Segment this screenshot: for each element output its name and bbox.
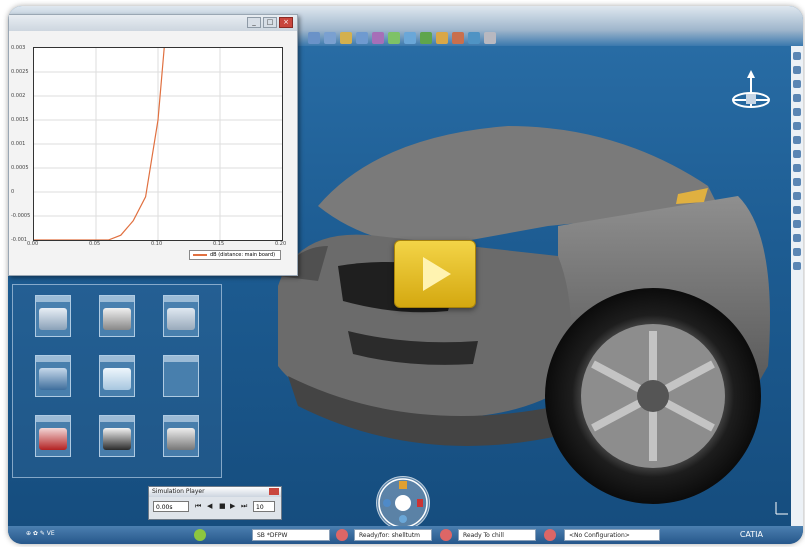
- product-structure-panel: [12, 284, 222, 478]
- x-tick-label: 0.15: [213, 241, 225, 247]
- plot-area: [33, 47, 283, 241]
- y-tick-label: 0: [11, 189, 15, 195]
- play-button[interactable]: ▶: [230, 502, 235, 511]
- simulation-player-title: Simulation Player: [149, 487, 281, 497]
- chart-legend: dB (distance: main board): [189, 250, 281, 260]
- status-icon: [440, 529, 452, 541]
- toolbar-icon[interactable]: [436, 32, 448, 44]
- toolbar-icon[interactable]: [324, 32, 336, 44]
- car-model-3d-view[interactable]: [258, 106, 798, 516]
- configuration-field[interactable]: <No Configuration>: [564, 529, 660, 541]
- part-thumbnail-bumper[interactable]: [35, 295, 71, 337]
- stop-button[interactable]: ■: [219, 502, 226, 511]
- window-controls: _ □ ×: [247, 17, 293, 28]
- toolbar-icon[interactable]: [793, 94, 801, 102]
- y-tick-label: 0.0005: [11, 165, 29, 171]
- status-field[interactable]: Ready/for: shelltutm: [354, 529, 432, 541]
- toolbar-icon[interactable]: [388, 32, 400, 44]
- part-thumbnail-glass[interactable]: [99, 355, 135, 397]
- legend-label: dB (distance: main board): [210, 252, 276, 258]
- status-icon: [544, 529, 556, 541]
- y-tick-label: -0.001: [11, 237, 28, 243]
- y-tick-label: 0.002: [11, 93, 26, 99]
- status-field[interactable]: Ready To chill: [458, 529, 536, 541]
- part-thumbnail-vehicle[interactable]: [163, 415, 199, 457]
- toolbar-icon[interactable]: [468, 32, 480, 44]
- navigation-wheel[interactable]: [376, 476, 430, 530]
- status-field[interactable]: SB *DFPW: [252, 529, 330, 541]
- axis-icon: [775, 502, 788, 515]
- part-thumbnail-mirror[interactable]: [99, 415, 135, 457]
- folder-icon[interactable]: [399, 481, 407, 489]
- close-icon[interactable]: ×: [279, 17, 293, 28]
- y-tick-label: 0.001: [11, 141, 26, 147]
- part-thumbnail-taillight[interactable]: [35, 415, 71, 457]
- toolbar-icon[interactable]: [420, 32, 432, 44]
- y-tick-label: 0.0015: [11, 117, 29, 123]
- legend-swatch: [193, 254, 207, 256]
- step-back-button[interactable]: ◀: [207, 502, 212, 511]
- toolbar-icon[interactable]: [308, 32, 320, 44]
- toolbar-icon[interactable]: [452, 32, 464, 44]
- part-thumbnail-empty[interactable]: [163, 355, 199, 397]
- y-tick-label: -0.0005: [11, 213, 31, 219]
- status-bar: ⊕ ✿ ✎ VE SB *DFPW Ready/for: shelltutm R…: [8, 526, 803, 544]
- toolbar-icon[interactable]: [372, 32, 384, 44]
- view-icon[interactable]: [399, 515, 407, 523]
- app-logo: CATIA: [739, 530, 763, 539]
- y-tick-label: 0.0025: [11, 69, 29, 75]
- app-window: _ □ × 0.003 0.0025 0.002 0.0015 0.001 0.0005 0…: [8, 6, 803, 544]
- record-icon[interactable]: [417, 499, 423, 507]
- x-tick-label: 0.00: [27, 241, 39, 247]
- play-video-button[interactable]: [394, 240, 476, 308]
- line-chart: [34, 47, 282, 241]
- minimize-icon[interactable]: _: [247, 17, 261, 28]
- tool-icon[interactable]: [383, 499, 391, 507]
- x-tick-label: 0.10: [151, 241, 163, 247]
- skip-start-button[interactable]: ⏮: [195, 502, 201, 511]
- part-thumbnail-assembly[interactable]: [163, 295, 199, 337]
- status-icon: [336, 529, 348, 541]
- tray-icons[interactable]: ⊕ ✿ ✎ VE: [26, 530, 55, 537]
- toolbar-icon[interactable]: [793, 52, 801, 60]
- toolbar-icons: [308, 32, 496, 48]
- close-icon[interactable]: [269, 488, 279, 495]
- part-thumbnail-car[interactable]: [99, 295, 135, 337]
- time-field[interactable]: 0.00s: [153, 501, 189, 512]
- toolbar-icon[interactable]: [404, 32, 416, 44]
- x-tick-label: 0.20: [275, 241, 287, 247]
- toolbar-icon[interactable]: [793, 66, 801, 74]
- step-field[interactable]: 10: [253, 501, 275, 512]
- graph-window[interactable]: _ □ × 0.003 0.0025 0.002 0.0015 0.001 0.0005 0…: [8, 14, 298, 276]
- toolbar-icon[interactable]: [356, 32, 368, 44]
- y-tick-label: 0.003: [11, 45, 26, 51]
- maximize-icon[interactable]: □: [263, 17, 277, 28]
- status-light-icon: [194, 529, 206, 541]
- simulation-player[interactable]: Simulation Player 0.00s ⏮ ◀ ■ ▶ ⏭ 10: [148, 486, 282, 520]
- toolbar-icon[interactable]: [340, 32, 352, 44]
- toolbar-icon[interactable]: [484, 32, 496, 44]
- skip-end-button[interactable]: ⏭: [241, 502, 247, 511]
- toolbar-icon[interactable]: [793, 80, 801, 88]
- part-thumbnail-grille[interactable]: [35, 355, 71, 397]
- x-tick-label: 0.05: [89, 241, 101, 247]
